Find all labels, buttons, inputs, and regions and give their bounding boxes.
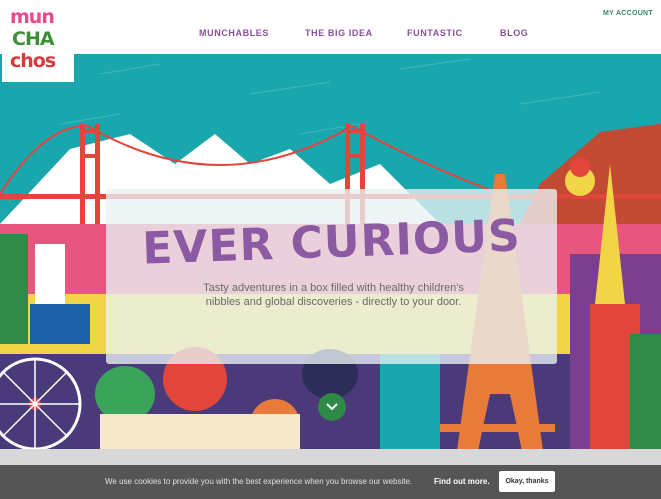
cookie-accept-button[interactable]: Okay, thanks: [499, 471, 555, 492]
nav-the-big-idea[interactable]: THE BIG IDEA: [305, 28, 373, 38]
munchachos-logo[interactable]: mun CHA chos: [2, 2, 74, 82]
cookie-find-out-more-link[interactable]: Find out more.: [434, 477, 490, 486]
scroll-down-button[interactable]: [318, 393, 346, 421]
chevron-down-icon: [326, 403, 338, 411]
cookie-banner: We use cookies to provide you with the b…: [0, 465, 661, 499]
logo-line-1: mun: [10, 6, 55, 28]
nav-funtastic[interactable]: FUNTASTIC: [407, 28, 463, 38]
nav-blog[interactable]: BLOG: [500, 28, 528, 38]
logo-line-2: CHA: [12, 28, 55, 50]
hero-headline: EVER CURIOUS: [141, 210, 522, 275]
site-header: MY ACCOUNT MUNCHABLES THE BIG IDEA FUNTA…: [0, 0, 661, 54]
hero-tagline: Tasty adventures in a box filled with he…: [203, 282, 464, 308]
logo-line-3: chos: [10, 50, 56, 72]
my-account-link[interactable]: MY ACCOUNT: [603, 10, 653, 17]
nav-munchables[interactable]: MUNCHABLES: [199, 28, 269, 38]
hero-overlay-panel: EVER CURIOUS Tasty adventures in a box f…: [106, 189, 557, 364]
cookie-message: We use cookies to provide you with the b…: [105, 477, 413, 486]
